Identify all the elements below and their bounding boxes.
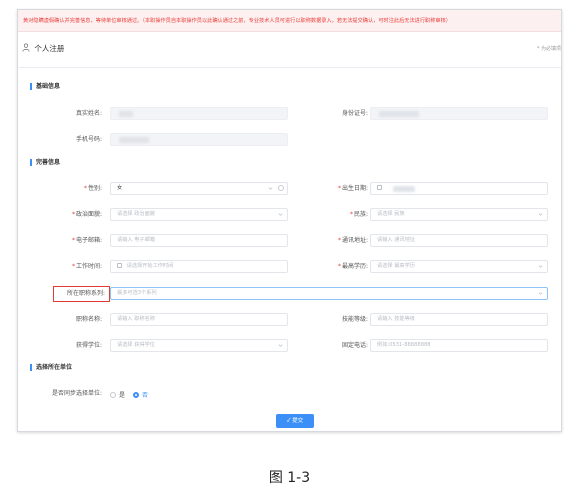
education-label: *最高学历:	[337, 263, 368, 270]
required-hint: * 为必填项	[536, 46, 561, 52]
ethnic-placeholder: 请选择 民族	[377, 211, 405, 217]
title-input[interactable]: 请输入 职称名称	[110, 313, 288, 326]
page-title: 个人注册	[22, 42, 64, 56]
email-label: *电子邮箱:	[71, 237, 102, 244]
chevron-down-icon	[538, 213, 543, 216]
title-placeholder: 请输入 职称名称	[117, 316, 155, 322]
address-label: *通讯地址:	[337, 237, 368, 244]
degree-label: 获得学位:	[75, 342, 102, 349]
phone-redacted	[119, 137, 149, 143]
series-placeholder: 最多可选3个系列	[117, 290, 157, 296]
chevron-down-icon	[268, 187, 273, 190]
telephone-placeholder: 例如:0531-88888888	[377, 342, 431, 348]
sync-yes-label[interactable]: 是	[119, 392, 125, 399]
degree-select[interactable]: 请选择 获得学位	[110, 339, 288, 352]
political-select[interactable]: 请选择 政治面貌	[110, 208, 288, 221]
sync-label: 是否同步选择单位:	[51, 390, 102, 397]
header-divider	[18, 67, 561, 68]
skill-input[interactable]: 请输入 技能等级	[370, 313, 548, 326]
address-input[interactable]: 请输入 通讯地址	[370, 234, 548, 247]
phone-label: 手机号码:	[75, 136, 102, 143]
id-card-label: 身份证号:	[341, 110, 368, 117]
skill-label: 技能等级:	[341, 316, 368, 323]
chevron-down-icon	[278, 213, 283, 216]
chevron-down-icon	[278, 344, 283, 347]
birth-date-redacted	[393, 186, 415, 192]
political-label: *政治面貌:	[71, 211, 102, 218]
telephone-input[interactable]: 例如:0531-88888888	[370, 339, 548, 352]
real-name-redacted	[119, 111, 133, 117]
id-card-input[interactable]	[370, 107, 548, 120]
email-input[interactable]: 请输入 电子邮箱	[110, 234, 288, 247]
title-label: 职称名称:	[75, 316, 102, 323]
education-placeholder: 请选择 最高学历	[377, 263, 415, 269]
real-name-label: 真实姓名:	[75, 110, 102, 117]
email-placeholder: 请输入 电子邮箱	[117, 237, 155, 243]
education-select[interactable]: 请选择 最高学历	[370, 260, 548, 273]
ethnic-select[interactable]: 请选择 民族	[370, 208, 548, 221]
chevron-down-icon	[538, 265, 543, 268]
notice-text: 黄对隐瞒虚假确认并完善信息，等待单位审核通过。（本职操作员自本职操作员以此确认通…	[23, 18, 451, 24]
series-multiselect[interactable]: 最多可选3个系列	[110, 287, 548, 300]
page-title-text: 个人注册	[34, 44, 65, 53]
degree-placeholder: 请选择 获得学位	[117, 342, 155, 348]
address-placeholder: 请输入 通讯地址	[377, 237, 415, 243]
figure-caption: 图 1-3	[268, 470, 311, 486]
worktime-picker[interactable]: 请选择开始工作时间	[110, 260, 288, 273]
section-select-unit: 选择所在单位	[30, 364, 72, 371]
political-placeholder: 请选择 政治面貌	[117, 211, 155, 217]
sync-yes-radio[interactable]	[110, 392, 116, 398]
sync-radio-group: 是 否	[110, 390, 154, 399]
id-card-redacted	[379, 111, 419, 117]
skill-placeholder: 请输入 技能等级	[377, 316, 415, 322]
chevron-down-icon	[538, 292, 543, 295]
phone-input[interactable]	[110, 133, 288, 146]
gender-label: *性别:	[83, 185, 102, 192]
sync-no-label[interactable]: 否	[142, 392, 148, 399]
page-header: 个人注册 * 为必填项	[18, 42, 561, 58]
submit-button[interactable]: ✓ 提交	[276, 414, 314, 428]
calendar-icon	[117, 263, 122, 268]
real-name-input[interactable]	[110, 107, 288, 120]
registration-window: 黄对隐瞒虚假确认并完善信息，等待单位审核通过。（本职操作员自本职操作员以此确认通…	[17, 9, 562, 432]
worktime-label: *工作时间:	[71, 263, 102, 270]
birth-date-picker[interactable]	[370, 182, 548, 195]
calendar-icon	[377, 185, 382, 190]
series-label: 所在职称系列:	[66, 290, 105, 297]
user-icon	[22, 43, 30, 52]
sync-no-radio[interactable]	[132, 392, 139, 398]
clear-icon[interactable]	[278, 185, 284, 191]
section-basic-info: 基础信息	[30, 83, 60, 90]
birth-label: *出生日期:	[337, 185, 368, 192]
gender-value: 女	[117, 185, 123, 191]
section-complete-info: 完善信息	[30, 159, 60, 166]
worktime-placeholder: 请选择开始工作时间	[126, 263, 174, 269]
gender-select[interactable]: 女	[110, 182, 288, 195]
notice-banner: 黄对隐瞒虚假确认并完善信息，等待单位审核通过。（本职操作员自本职操作员以此确认通…	[18, 10, 561, 32]
telephone-label: 固定电话:	[341, 342, 368, 349]
ethnic-label: *民族:	[349, 211, 368, 218]
